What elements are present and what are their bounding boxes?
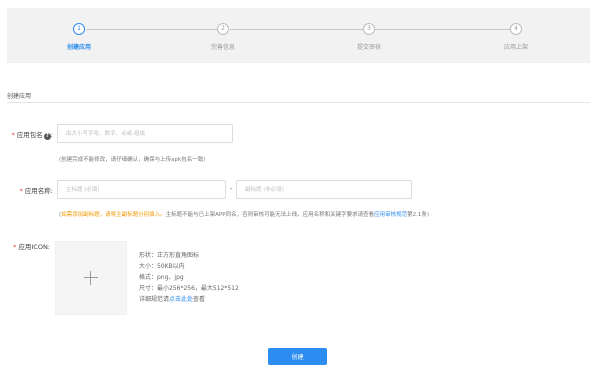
required-mark: * xyxy=(11,131,15,139)
step-number: 3 xyxy=(363,23,375,35)
subtitle-warning: 如需添加副标题，请将主副标题分别填入。 xyxy=(61,212,166,218)
spec-dimensions: 尺寸：最小256*256，最大512*512 xyxy=(139,285,239,292)
app-name-label-text: 应用名称: xyxy=(24,187,53,195)
step-label: 提交审核 xyxy=(356,44,381,51)
step-number: 4 xyxy=(510,23,522,35)
guide-link[interactable]: 点击此处 xyxy=(169,296,193,303)
icon-upload-button[interactable] xyxy=(55,241,127,315)
help-icon[interactable]: ? xyxy=(43,133,51,140)
step-app-listing: 4 应用上架 xyxy=(476,23,556,51)
naming-rules-text: 主标题不能与已上架APP同名，否则审核可能无法上线。应用名称和关键字要求请查看 xyxy=(165,212,375,218)
guide-prefix: 详细规范请 xyxy=(139,296,170,303)
review-guidelines-link[interactable]: 应用审核规范 xyxy=(374,212,407,218)
progress-stepper: 1 创建应用 2 完善信息 3 提交审核 4 应用上架 xyxy=(7,8,590,63)
step-number: 2 xyxy=(217,23,229,35)
package-name-hint: (创建完成不能修改，请仔细确认，确保与上传apk包名一致) xyxy=(59,157,206,163)
package-name-label-text: 应用包名 xyxy=(16,131,43,139)
step-label: 应用上架 xyxy=(503,44,528,51)
package-name-input[interactable] xyxy=(57,124,233,143)
step-complete-info: 2 完善信息 xyxy=(183,23,263,51)
app-name-hint: (如需添加副标题，请将主副标题分别填入。主标题不能与已上架APP同名，否则审核可… xyxy=(59,210,429,218)
icon-specs: 形状：正方形直角图标 大小：50KB以内 格式：png、jpg 尺寸：最小256… xyxy=(139,250,239,305)
hint-tail: 第2.1条) xyxy=(407,212,429,218)
step-label: 完善信息 xyxy=(210,44,235,51)
spec-guide: 详细规范请点击此处查看 xyxy=(139,294,239,305)
step-label: 创建应用 xyxy=(66,44,91,51)
step-create-app: 1 创建应用 xyxy=(39,23,119,51)
guide-suffix: 查看 xyxy=(193,296,206,303)
main-title-input[interactable] xyxy=(57,180,226,199)
app-icon-label: * 应用ICON: xyxy=(5,241,50,251)
required-mark: * xyxy=(13,243,17,251)
spec-shape: 形状：正方形直角图标 xyxy=(139,252,200,259)
app-name-label: * 应用名称: xyxy=(5,185,53,195)
subtitle-input[interactable] xyxy=(236,180,412,199)
spec-size: 大小：50KB以内 xyxy=(139,263,185,270)
plus-icon xyxy=(84,271,98,285)
app-icon-label-text: 应用ICON: xyxy=(18,243,50,251)
spec-format: 格式：png、jpg xyxy=(139,274,184,281)
create-button[interactable]: 创建 xyxy=(268,348,327,365)
step-submit-review: 3 提交审核 xyxy=(329,23,409,51)
section-divider xyxy=(7,102,590,103)
step-number: 1 xyxy=(73,23,85,35)
section-title: 创建应用 xyxy=(7,93,32,100)
required-mark: * xyxy=(19,187,23,195)
package-name-label: * 应用包名?: xyxy=(5,129,53,140)
title-separator: - xyxy=(230,185,233,193)
label-colon: : xyxy=(50,131,53,139)
